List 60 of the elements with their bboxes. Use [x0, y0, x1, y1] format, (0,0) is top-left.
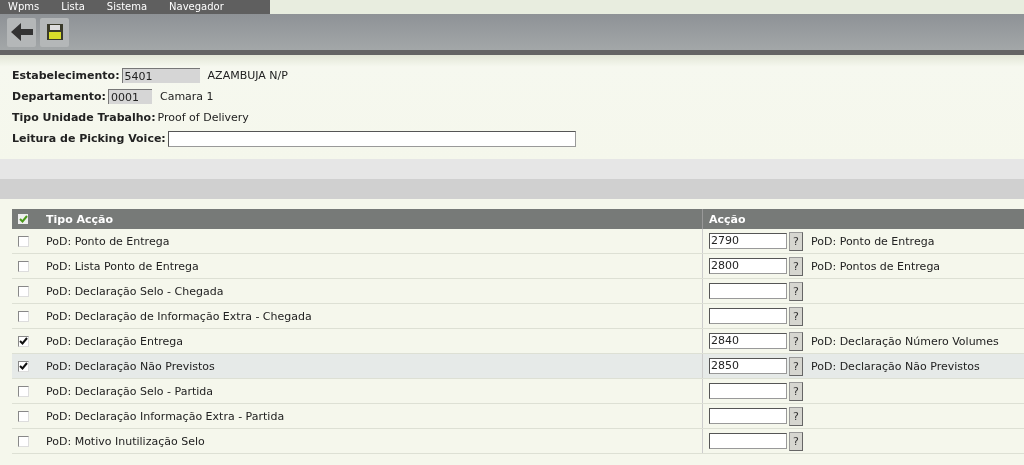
checkbox[interactable] [18, 260, 29, 272]
input-field[interactable]: 2790 [709, 233, 787, 249]
lookup-button[interactable]: ? [789, 231, 803, 251]
lookup-button[interactable]: ? [789, 381, 803, 401]
arrow-left-icon [9, 22, 34, 42]
column-header: Tipo Acção [46, 212, 114, 226]
lookup-button[interactable]: ? [789, 431, 803, 451]
checkbox[interactable] [18, 335, 29, 347]
table-cell: PoD: Declaração Informação Extra - Partida [46, 409, 285, 423]
back-button[interactable] [7, 17, 36, 47]
checkbox[interactable] [18, 235, 29, 247]
input-field[interactable] [709, 408, 787, 424]
lookup-button[interactable]: ? [789, 256, 803, 276]
checkbox[interactable] [18, 360, 29, 372]
input-field[interactable]: 0001 [107, 89, 152, 104]
lookup-button[interactable]: ? [789, 281, 803, 301]
table-cell: PoD: Declaração de Informação Extra - Chegada [46, 309, 312, 323]
input-field[interactable] [167, 130, 576, 147]
checkbox[interactable] [18, 285, 29, 297]
menu-item[interactable]: Wpms [8, 0, 40, 14]
select-all-checkbox[interactable] [18, 214, 28, 224]
table-cell: PoD: Declaração Entrega [46, 334, 183, 348]
field-description: AZAMBUJA N/P [207, 69, 288, 82]
field-value: Proof of Delivery [157, 111, 249, 124]
input-field[interactable]: 2840 [709, 333, 787, 349]
input-field[interactable]: 5401 [121, 68, 200, 83]
lookup-button[interactable]: ? [789, 331, 803, 351]
table-cell: PoD: Motivo Inutilização Selo [46, 434, 205, 448]
field-label: Estabelecimento: [12, 69, 120, 82]
table-cell: PoD: Lista Ponto de Entrega [46, 259, 199, 273]
menu-item[interactable]: Lista [61, 0, 85, 14]
table-cell: PoD: Declaração Não Previstos [811, 359, 980, 373]
field-description: Camara 1 [159, 90, 214, 103]
input-field[interactable] [709, 433, 787, 449]
input-field[interactable] [709, 308, 787, 324]
checkbox[interactable] [18, 385, 29, 397]
checkbox[interactable] [18, 435, 29, 447]
checkbox[interactable] [18, 310, 29, 322]
lookup-button[interactable]: ? [789, 356, 803, 376]
input-field[interactable]: 2800 [709, 258, 787, 274]
menu-item[interactable]: Sistema [106, 0, 148, 14]
save-button[interactable] [40, 17, 69, 47]
field-label: Leitura de Picking Voice: [12, 132, 166, 145]
table-cell: PoD: Ponto de Entrega [811, 234, 935, 248]
table-cell: PoD: Declaração Selo - Chegada [46, 284, 224, 298]
field-label: Departamento: [12, 90, 106, 103]
table-cell: PoD: Declaração Selo - Partida [46, 384, 213, 398]
table-cell: PoD: Pontos de Entrega [811, 259, 941, 273]
lookup-button[interactable]: ? [789, 406, 803, 426]
table-cell: PoD: Ponto de Entrega [46, 234, 170, 248]
table-cell: PoD: Declaração Não Previstos [46, 359, 215, 373]
column-header: Acção [709, 212, 746, 226]
field-label: Tipo Unidade Trabalho: [12, 111, 156, 124]
input-field[interactable] [709, 283, 787, 299]
lookup-button[interactable]: ? [789, 306, 803, 326]
input-field[interactable] [709, 383, 787, 399]
menu-item[interactable]: Navegador [169, 0, 224, 14]
input-field[interactable]: 2850 [709, 358, 787, 374]
checkbox[interactable] [18, 410, 29, 422]
table-cell: PoD: Declaração Número Volumes [811, 334, 999, 348]
